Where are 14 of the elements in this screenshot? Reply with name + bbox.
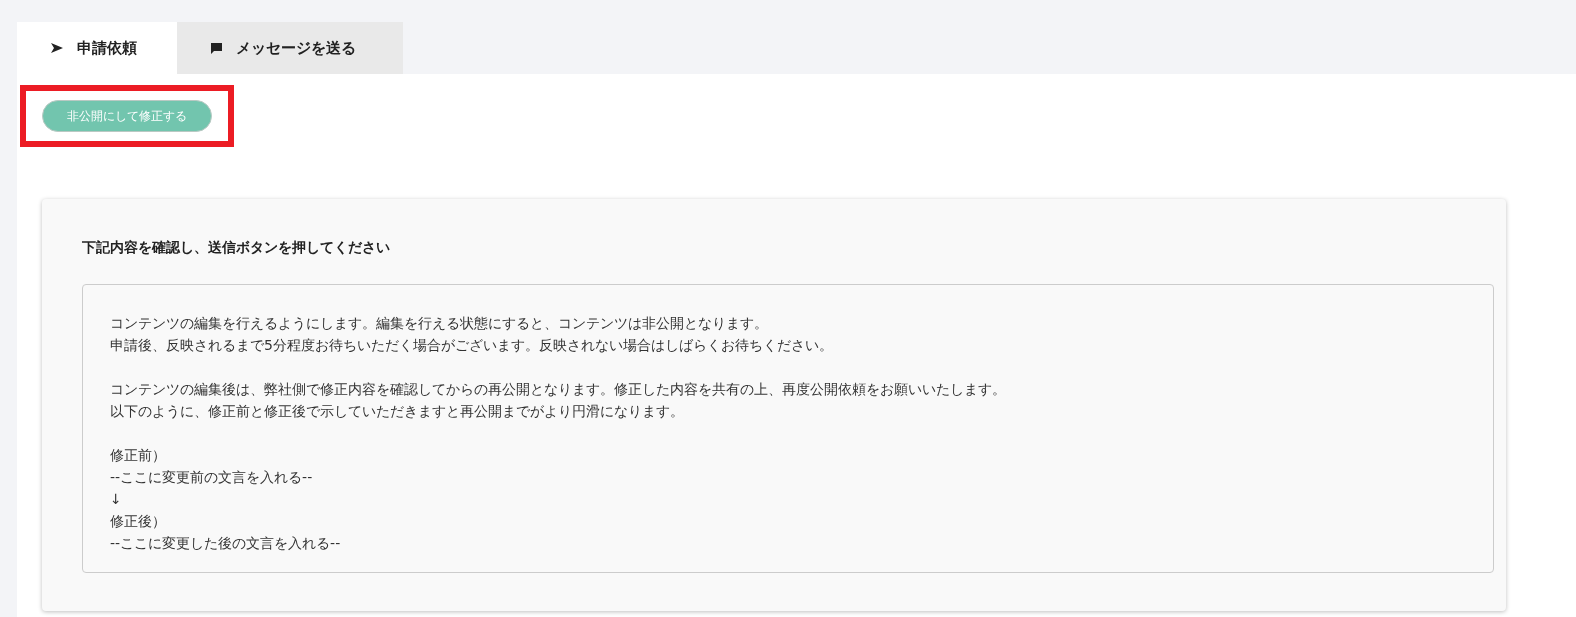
- notice-line: 以下のように、修正前と修正後で示していただきますと再公開までがより円滑になります。: [110, 402, 684, 421]
- notice-line: --ここに変更前の文言を入れる--: [110, 468, 313, 487]
- notice-line: コンテンツの編集後は、弊社側で修正内容を確認してからの再公開となります。修正した内容を共有の上、再度公開依頼をお願いいたします。: [110, 380, 1006, 399]
- tab[interactable]: 申請依頼: [17, 22, 177, 74]
- notice-line: コンテンツの編集を行えるようにします。編集を行える状態にすると、コンテンツは非公開となります。: [110, 314, 768, 333]
- notice-line: --ここに変更した後の文言を入れる--: [110, 534, 341, 553]
- notice-line: 修正前）: [110, 446, 166, 465]
- tab[interactable]: メッセージを送る: [177, 22, 403, 74]
- notice-line: 申請後、反映されるまで5分程度お待ちいただく場合がございます。反映されない場合はしばらくお待ちください。: [110, 336, 833, 355]
- send-icon: [51, 43, 63, 53]
- card-title: 下記内容を確認し、送信ボタンを押してください: [82, 239, 391, 257]
- chat-bubble-icon: [211, 42, 222, 54]
- notice-line: ↓: [110, 490, 122, 509]
- notice-line: 修正後）: [110, 512, 166, 531]
